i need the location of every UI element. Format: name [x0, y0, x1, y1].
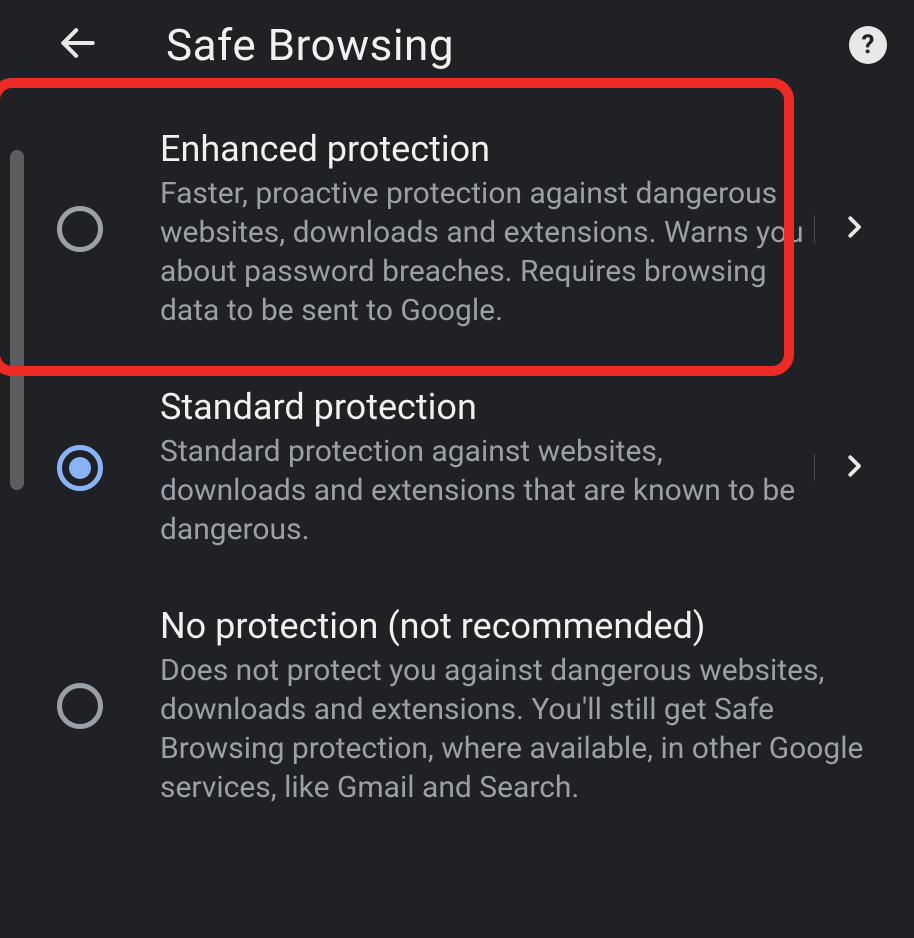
radio-button[interactable]: [57, 445, 103, 491]
back-button[interactable]: [50, 17, 106, 73]
expand-button[interactable]: [814, 212, 894, 246]
option-no-protection[interactable]: No protection (not recommended) Does not…: [0, 577, 914, 835]
page-title: Safe Browsing: [166, 19, 454, 71]
radio-col: [30, 683, 130, 729]
option-text: No protection (not recommended) Does not…: [130, 605, 894, 807]
expand-button[interactable]: [814, 451, 894, 485]
option-description: Does not protect you against dangerous w…: [160, 651, 884, 807]
chevron-right-icon: [839, 212, 869, 246]
help-icon: ?: [849, 26, 887, 64]
radio-col: [30, 445, 130, 491]
option-text: Standard protection Standard protection …: [130, 386, 814, 549]
header-bar: Safe Browsing ?: [0, 0, 914, 90]
chevron-right-icon: [839, 451, 869, 485]
help-button[interactable]: ?: [846, 23, 890, 67]
option-title: Standard protection: [160, 386, 804, 428]
option-enhanced-protection[interactable]: Enhanced protection Faster, proactive pr…: [0, 100, 914, 358]
radio-col: [30, 206, 130, 252]
arrow-left-icon: [56, 21, 100, 69]
option-title: No protection (not recommended): [160, 605, 884, 647]
options-list: Enhanced protection Faster, proactive pr…: [0, 90, 914, 835]
option-text: Enhanced protection Faster, proactive pr…: [130, 128, 814, 330]
option-description: Standard protection against websites, do…: [160, 432, 804, 549]
option-title: Enhanced protection: [160, 128, 804, 170]
radio-button[interactable]: [57, 206, 103, 252]
option-description: Faster, proactive protection against dan…: [160, 174, 804, 330]
option-standard-protection[interactable]: Standard protection Standard protection …: [0, 358, 914, 577]
safe-browsing-screen: Safe Browsing ? Enhanced protection Fast…: [0, 0, 914, 938]
radio-button[interactable]: [57, 683, 103, 729]
